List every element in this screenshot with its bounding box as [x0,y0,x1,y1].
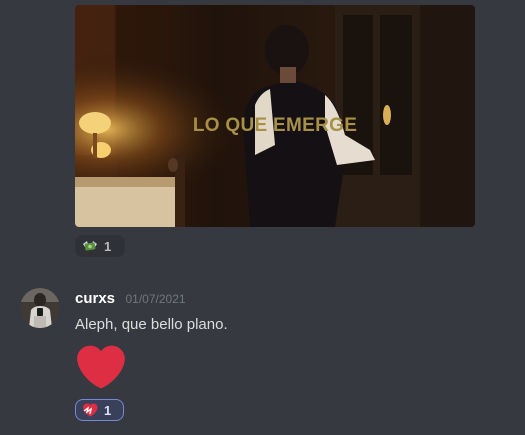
previous-message: LO QUE EMERGE 1 [0,0,525,265]
reaction-count: 1 [104,402,112,418]
reaction-heart-on-fire[interactable]: 1 [75,399,124,421]
chat-message: curxs 01/07/2021 Aleph, que bello plano.… [0,276,525,435]
film-still-image [75,5,475,227]
heart-on-fire-icon [83,403,98,417]
message-text: Aleph, que bello plano. [75,316,228,333]
money-with-wings-icon [83,241,97,251]
user-avatar[interactable] [20,288,60,328]
message-header: curxs 01/07/2021 [75,290,186,308]
red-heart-icon [77,345,125,389]
reaction-count: 1 [104,238,112,254]
timestamp: 01/07/2021 [125,292,186,306]
username[interactable]: curxs [75,290,115,307]
reaction-money-with-wings[interactable]: 1 [75,235,125,257]
avatar-image [20,288,60,328]
image-attachment[interactable]: LO QUE EMERGE [75,5,475,227]
